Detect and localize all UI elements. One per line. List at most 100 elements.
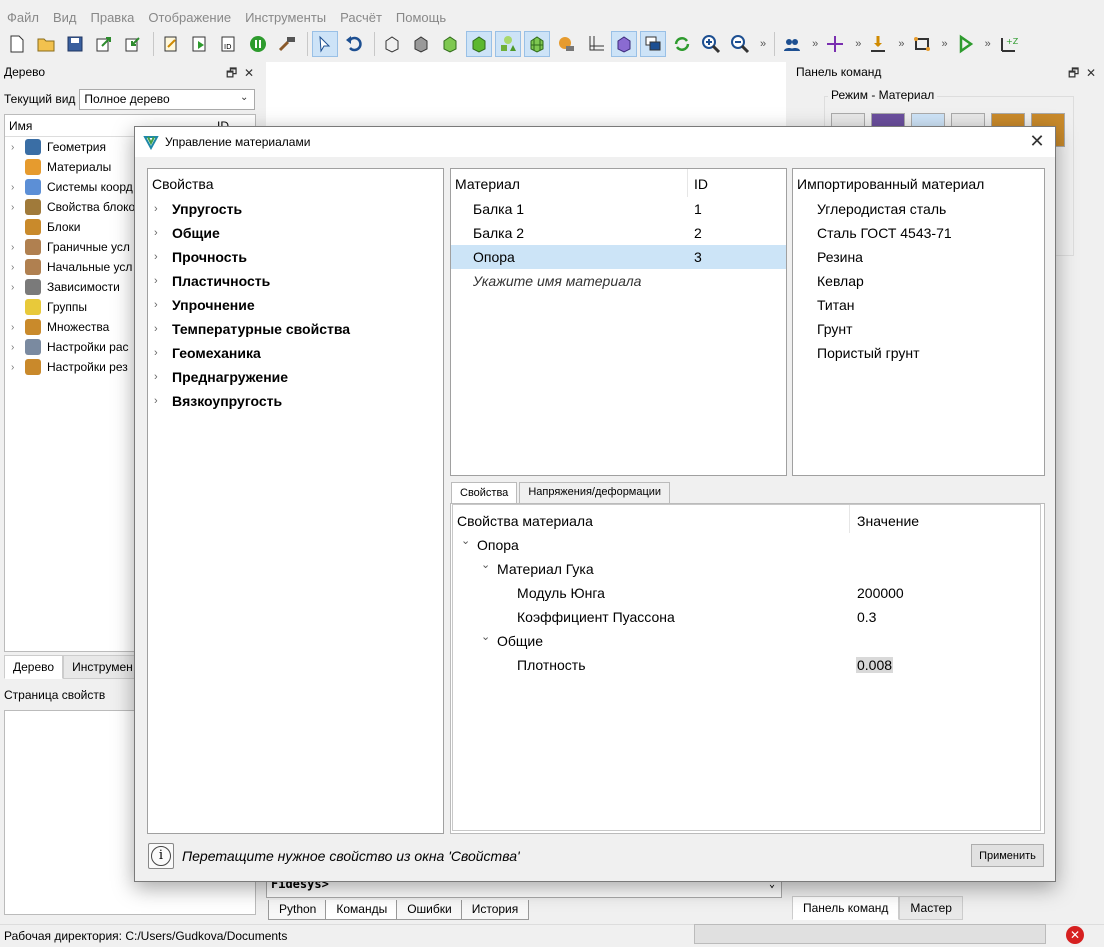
material-prop-row[interactable]: ⌄ Опора bbox=[453, 533, 1040, 557]
toolbar-overflow-icon[interactable]: » bbox=[942, 38, 948, 50]
chevron-right-icon[interactable]: › bbox=[11, 182, 23, 193]
tab-errors[interactable]: Ошибки bbox=[396, 900, 463, 920]
tab-tree[interactable]: Дерево bbox=[4, 655, 64, 679]
chevron-right-icon[interactable]: › bbox=[11, 362, 23, 373]
current-view-select[interactable]: Полное дерево ⌄ bbox=[79, 88, 256, 110]
tab-wizard[interactable]: Мастер bbox=[899, 896, 963, 920]
imported-material-item[interactable]: Резина bbox=[793, 245, 1044, 269]
chevron-right-icon[interactable]: › bbox=[11, 242, 23, 253]
menu-help[interactable]: Помощь bbox=[389, 6, 453, 28]
menu-display[interactable]: Отображение bbox=[141, 6, 238, 28]
material-prop-value[interactable]: 0.3 bbox=[856, 609, 877, 625]
open-file-button[interactable] bbox=[33, 31, 59, 57]
add-point-button[interactable] bbox=[822, 31, 848, 57]
imported-material-item[interactable]: Пористый грунт bbox=[793, 341, 1044, 365]
tab-python[interactable]: Python bbox=[268, 900, 328, 920]
property-group[interactable]: › Вязкоупругость bbox=[148, 389, 443, 413]
solid-view-button[interactable] bbox=[437, 31, 463, 57]
chevron-right-icon[interactable]: › bbox=[11, 282, 23, 293]
run-script-button[interactable] bbox=[187, 31, 213, 57]
menu-calculation[interactable]: Расчёт bbox=[333, 6, 389, 28]
toolbar-overflow-icon[interactable]: » bbox=[760, 38, 766, 50]
chevron-right-icon[interactable]: › bbox=[154, 347, 172, 359]
property-group[interactable]: › Прочность bbox=[148, 245, 443, 269]
new-file-button[interactable] bbox=[4, 31, 30, 57]
undo-button[interactable] bbox=[341, 31, 367, 57]
shaded-view-button[interactable] bbox=[408, 31, 434, 57]
imported-material-item[interactable]: Грунт bbox=[793, 317, 1044, 341]
frame-button[interactable] bbox=[909, 31, 935, 57]
mesh-mode-button[interactable] bbox=[524, 31, 550, 57]
geometry-mode-button[interactable] bbox=[466, 31, 492, 57]
tab-stress-strain[interactable]: Напряжения/деформации bbox=[519, 482, 671, 504]
chevron-right-icon[interactable]: › bbox=[11, 322, 23, 333]
material-prop-value[interactable]: 200000 bbox=[856, 585, 905, 601]
menu-file[interactable]: Файл bbox=[0, 6, 46, 28]
chevron-right-icon[interactable]: › bbox=[154, 299, 172, 311]
chevron-right-icon[interactable]: › bbox=[154, 275, 172, 287]
tab-commands[interactable]: Команды bbox=[325, 900, 399, 920]
edit-script-button[interactable] bbox=[158, 31, 184, 57]
new-material-placeholder[interactable]: Укажите имя материала bbox=[451, 269, 786, 293]
wireframe-view-button[interactable] bbox=[379, 31, 405, 57]
material-row[interactable]: Балка 2 2 bbox=[451, 221, 786, 245]
tab-tools[interactable]: Инструмен bbox=[63, 655, 142, 679]
tab-properties[interactable]: Свойства bbox=[451, 482, 518, 504]
chevron-right-icon[interactable]: › bbox=[154, 371, 172, 383]
material-prop-row[interactable]: ⌄ Материал Гука bbox=[453, 557, 1040, 581]
bc-mode-button[interactable] bbox=[582, 31, 608, 57]
select-mode-button[interactable] bbox=[312, 31, 338, 57]
build-button[interactable] bbox=[274, 31, 300, 57]
tab-history[interactable]: История bbox=[460, 900, 530, 920]
chevron-right-icon[interactable]: › bbox=[154, 203, 172, 215]
chevron-right-icon[interactable]: › bbox=[11, 202, 23, 213]
float-icon[interactable]: 🗗 bbox=[226, 66, 237, 80]
shapes-mode-button[interactable] bbox=[495, 31, 521, 57]
chevron-right-icon[interactable]: › bbox=[154, 227, 172, 239]
toolbar-overflow-icon[interactable]: » bbox=[898, 38, 904, 50]
material-prop-value[interactable]: 0.008 bbox=[856, 657, 894, 673]
chevron-right-icon[interactable]: › bbox=[11, 142, 23, 153]
export-button[interactable] bbox=[91, 31, 117, 57]
property-group[interactable]: › Общие bbox=[148, 221, 443, 245]
chevron-down-icon[interactable]: ⌄ bbox=[481, 630, 490, 643]
zoom-in-button[interactable] bbox=[698, 31, 724, 57]
windows-button[interactable] bbox=[640, 31, 666, 57]
material-prop-row[interactable]: ⌄ Общие bbox=[453, 629, 1040, 653]
imported-material-item[interactable]: Кевлар bbox=[793, 269, 1044, 293]
axis-z-button[interactable]: +Z bbox=[995, 31, 1021, 57]
menu-edit[interactable]: Правка bbox=[84, 6, 142, 28]
chevron-right-icon[interactable]: › bbox=[154, 323, 172, 335]
imported-material-item[interactable]: Углеродистая сталь bbox=[793, 197, 1044, 221]
chevron-down-icon[interactable]: ⌄ bbox=[481, 558, 490, 571]
zoom-out-button[interactable] bbox=[727, 31, 753, 57]
materials-mode-button[interactable] bbox=[553, 31, 579, 57]
pause-button[interactable] bbox=[245, 31, 271, 57]
chevron-right-icon[interactable]: › bbox=[154, 395, 172, 407]
property-group[interactable]: › Упрочнение bbox=[148, 293, 443, 317]
material-properties-tree[interactable]: Свойства материала Значение ⌄ Опора ⌄ Матер… bbox=[452, 504, 1041, 831]
chevron-right-icon[interactable]: › bbox=[154, 251, 172, 263]
apply-button[interactable]: Применить bbox=[971, 844, 1044, 867]
menu-tools[interactable]: Инструменты bbox=[238, 6, 333, 28]
dialog-close-button[interactable]: ✕ bbox=[1027, 132, 1047, 152]
save-button[interactable] bbox=[62, 31, 88, 57]
material-row[interactable]: Опора 3 bbox=[451, 245, 786, 269]
chevron-right-icon[interactable]: › bbox=[11, 342, 23, 353]
id-button[interactable]: ID bbox=[216, 31, 242, 57]
refresh-button[interactable] bbox=[669, 31, 695, 57]
material-prop-row[interactable]: Плотность 0.008 bbox=[453, 653, 1040, 677]
property-group[interactable]: › Геомеханика bbox=[148, 341, 443, 365]
toolbar-overflow-icon[interactable]: » bbox=[855, 38, 861, 50]
imported-materials-list[interactable]: Импортированный материал Углеродистая ст… bbox=[792, 168, 1045, 476]
property-group[interactable]: › Преднагружение bbox=[148, 365, 443, 389]
imported-material-item[interactable]: Титан bbox=[793, 293, 1044, 317]
stop-icon[interactable]: ✕ bbox=[1066, 926, 1084, 944]
property-group[interactable]: › Упругость bbox=[148, 197, 443, 221]
results-mode-button[interactable] bbox=[611, 31, 637, 57]
property-group[interactable]: › Температурные свойства bbox=[148, 317, 443, 341]
run-calculation-button[interactable] bbox=[952, 31, 978, 57]
material-prop-row[interactable]: Коэффициент Пуассона 0.3 bbox=[453, 605, 1040, 629]
toolbar-overflow-icon[interactable]: » bbox=[985, 38, 991, 50]
close-icon[interactable]: ✕ bbox=[244, 66, 254, 80]
